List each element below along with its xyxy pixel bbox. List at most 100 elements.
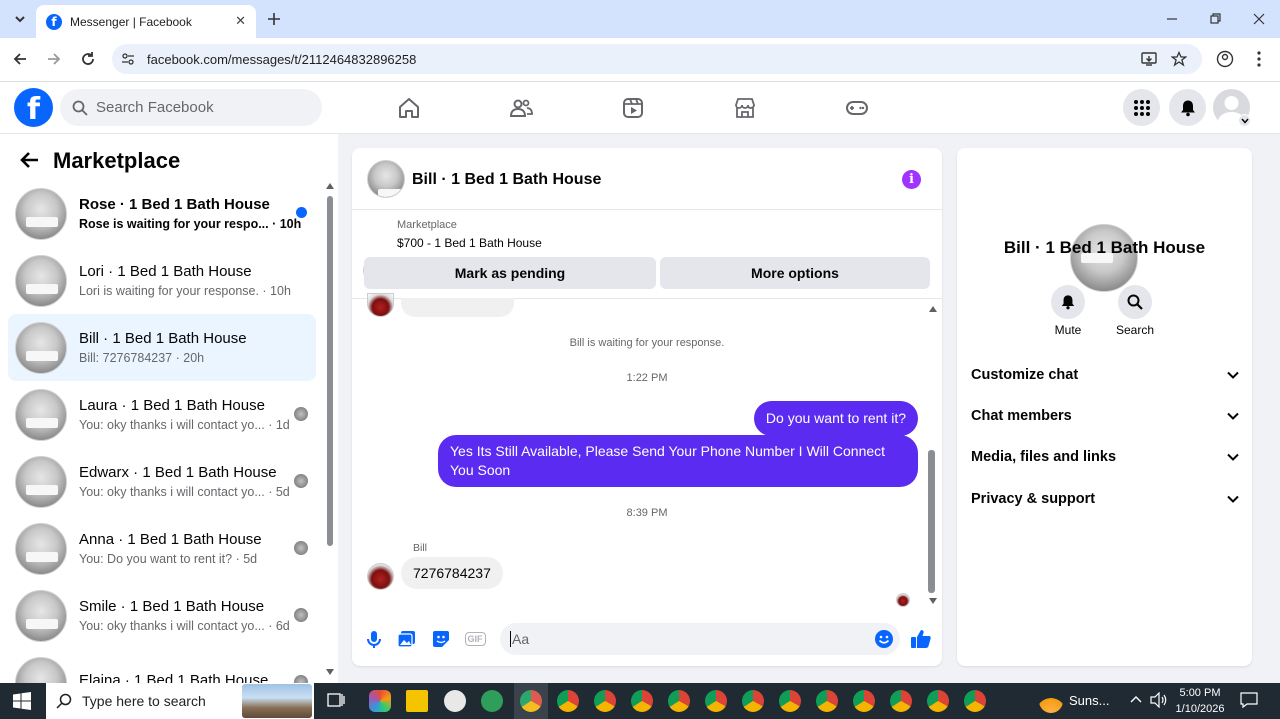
new-tab-icon[interactable] — [260, 5, 288, 33]
more-options-button[interactable]: More options — [660, 257, 930, 289]
facebook-search-input[interactable]: Search Facebook — [60, 89, 322, 126]
details-section[interactable]: Media, files and links — [971, 449, 1239, 465]
taskbar-clock[interactable]: 5:00 PM 1/10/2026 — [1168, 685, 1232, 717]
notification-center-icon[interactable] — [1240, 691, 1258, 709]
reload-icon[interactable] — [74, 45, 102, 73]
chat-avatar[interactable] — [367, 160, 405, 198]
tab-search-icon[interactable] — [6, 5, 34, 33]
app-icon[interactable] — [444, 690, 466, 712]
chat-scroll-up-arrow-icon[interactable] — [929, 306, 937, 312]
window-close-icon[interactable] — [1245, 5, 1273, 33]
conversation-item[interactable]: Smile · 1 Bed 1 Bath House You: oky thank… — [8, 582, 316, 649]
listing-title[interactable]: $700 - 1 Bed 1 Bath House — [397, 236, 542, 250]
chrome-icon[interactable] — [557, 690, 579, 712]
browser-tab[interactable]: f Messenger | Facebook ✕ — [36, 5, 256, 38]
chrome-icon[interactable] — [631, 690, 653, 712]
outgoing-message[interactable]: Yes Its Still Available, Please Send You… — [438, 435, 918, 487]
microphone-icon[interactable] — [363, 628, 385, 650]
chrome-icon[interactable] — [890, 690, 912, 712]
chrome-icon[interactable] — [705, 690, 727, 712]
weather-sun-icon[interactable] — [1039, 689, 1063, 713]
chat-scroll-thumb[interactable] — [928, 450, 935, 593]
video-icon[interactable] — [621, 96, 645, 120]
chrome-icon[interactable] — [742, 690, 764, 712]
minimize-icon[interactable] — [1158, 5, 1186, 33]
search-highlight-image[interactable] — [242, 684, 312, 718]
marketplace-icon[interactable] — [733, 96, 757, 120]
gif-icon[interactable]: GIF — [464, 628, 486, 650]
tab-title: Messenger | Facebook — [70, 14, 192, 29]
back-arrow-icon[interactable] — [20, 150, 40, 170]
outgoing-message[interactable]: Do you want to rent it? — [753, 401, 918, 436]
chrome-icon[interactable] — [668, 690, 690, 712]
seen-avatar — [294, 474, 308, 488]
show-hidden-icons-chevron-up-icon[interactable] — [1129, 693, 1143, 707]
conversation-item[interactable]: Lori · 1 Bed 1 Bath House Lori is waiting… — [8, 247, 316, 314]
search-conversation-button[interactable] — [1118, 285, 1152, 319]
chrome-icon[interactable] — [964, 690, 986, 712]
scroll-up-arrow-icon[interactable] — [326, 183, 334, 189]
emoji-icon[interactable] — [873, 628, 895, 650]
chat-title[interactable]: Bill · 1 Bed 1 Bath House — [412, 171, 601, 189]
message-input-placeholder: Aa — [512, 631, 530, 647]
friends-icon[interactable] — [509, 96, 533, 120]
chrome-icon[interactable] — [927, 690, 949, 712]
task-view-icon[interactable] — [326, 690, 346, 710]
tab-close-icon[interactable]: ✕ — [235, 14, 246, 29]
site-info-icon[interactable] — [121, 52, 135, 66]
details-section[interactable]: Privacy & support — [971, 491, 1239, 507]
incoming-message[interactable]: 7276784237 — [401, 557, 503, 589]
url-field[interactable]: facebook.com/messages/t/2112464832896258 — [112, 44, 1202, 74]
chat-scroll-down-arrow-icon[interactable] — [929, 598, 937, 604]
seen-avatar — [294, 608, 308, 622]
conversation-item[interactable]: Laura · 1 Bed 1 Bath House You: oky thank… — [8, 381, 316, 448]
photo-icon[interactable] — [396, 628, 418, 650]
taskbar-search-placeholder: Type here to search — [82, 693, 206, 709]
notifications-bell-icon[interactable] — [1169, 89, 1206, 126]
taskbar-search-icon — [56, 693, 72, 709]
thumbs-up-icon[interactable] — [910, 628, 932, 650]
profile-icon[interactable] — [1211, 45, 1239, 73]
conversation-snippet: You: oky thanks i will contact yo... · 6… — [79, 619, 290, 633]
volume-icon[interactable] — [1150, 692, 1168, 708]
sender-avatar[interactable] — [367, 563, 394, 590]
install-app-icon[interactable] — [1135, 45, 1163, 73]
conversation-item[interactable]: Bill · 1 Bed 1 Bath House Bill: 727678423… — [8, 314, 316, 381]
details-section[interactable]: Chat members — [971, 408, 1239, 424]
timestamp: 8:39 PM — [626, 507, 668, 519]
details-section[interactable]: Customize chat — [971, 367, 1239, 383]
browser-menu-icon[interactable] — [1245, 45, 1273, 73]
back-icon[interactable] — [6, 45, 34, 73]
forward-icon[interactable] — [40, 45, 68, 73]
conversation-item[interactable]: Anna · 1 Bed 1 Bath House You: Do you wan… — [8, 515, 316, 582]
conversation-item[interactable]: Edwarx · 1 Bed 1 Bath House You: oky than… — [8, 448, 316, 515]
conversation-snippet: Rose is waiting for your respo... · 10h — [79, 217, 302, 231]
scroll-down-arrow-icon[interactable] — [326, 669, 334, 675]
details-avatar[interactable] — [1070, 224, 1138, 292]
message-input[interactable]: Aa — [500, 623, 900, 655]
home-icon[interactable] — [397, 96, 421, 120]
chrome-icon[interactable] — [779, 690, 801, 712]
facebook-logo[interactable]: f — [14, 88, 53, 127]
conversation-item[interactable]: Rose · 1 Bed 1 Bath House Rose is waiting… — [8, 180, 316, 247]
maximize-icon[interactable] — [1201, 5, 1229, 33]
chrome-profile-icon[interactable] — [481, 690, 503, 712]
account-chevron-down-icon[interactable] — [1238, 114, 1251, 127]
chrome-icon[interactable] — [816, 690, 838, 712]
gaming-icon[interactable] — [845, 96, 869, 120]
bookmark-star-icon[interactable] — [1165, 45, 1193, 73]
copilot-icon[interactable] — [369, 690, 391, 712]
windows-start-icon[interactable] — [13, 692, 31, 710]
unread-dot — [296, 207, 307, 218]
chrome-icon[interactable] — [853, 690, 875, 712]
conversation-info-icon[interactable]: i — [902, 170, 921, 189]
mark-as-pending-button[interactable]: Mark as pending — [364, 257, 656, 289]
sticky-notes-icon[interactable] — [406, 690, 428, 712]
mute-button[interactable] — [1051, 285, 1085, 319]
weather-text[interactable]: Suns... — [1069, 693, 1109, 708]
sticker-icon[interactable] — [430, 628, 452, 650]
conversation-list-scroll-thumb[interactable] — [327, 196, 333, 546]
details-section-label: Customize chat — [971, 367, 1079, 383]
menu-grid-icon[interactable] — [1123, 89, 1160, 126]
chrome-icon[interactable] — [594, 690, 616, 712]
